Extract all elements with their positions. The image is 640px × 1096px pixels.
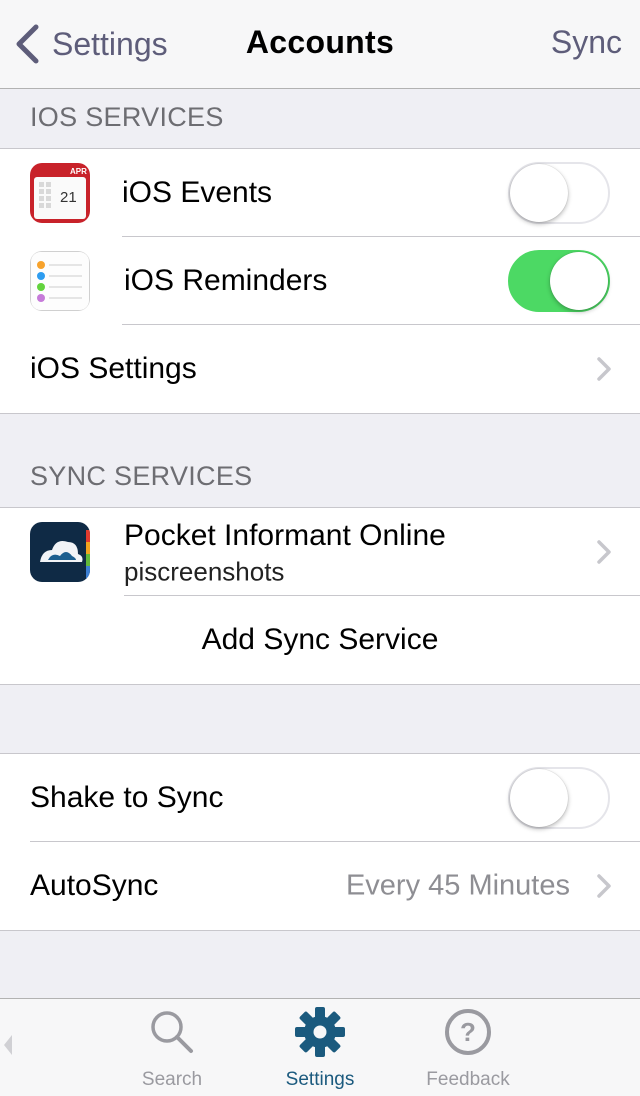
- tab-settings-label: Settings: [285, 1069, 355, 1090]
- toggle-knob: [510, 769, 568, 827]
- shake-to-sync-toggle[interactable]: [508, 767, 610, 829]
- autosync-row[interactable]: AutoSync Every 45 Minutes: [0, 842, 640, 930]
- pocket-informant-icon: [30, 522, 90, 582]
- tab-search[interactable]: Search: [102, 1007, 242, 1091]
- ios-reminders-row: iOS Reminders: [0, 237, 640, 325]
- search-icon: [151, 1011, 193, 1053]
- sync-service-row[interactable]: Pocket Informant Online piscreenshots: [0, 508, 640, 596]
- section-header-ios-services: IOS SERVICES: [30, 102, 224, 132]
- chevron-left-icon[interactable]: [2, 1033, 14, 1057]
- reminders-icon: [30, 251, 90, 311]
- ios-settings-row[interactable]: iOS Settings: [0, 325, 640, 413]
- shake-to-sync-row: Shake to Sync: [0, 754, 640, 842]
- chevron-right-icon: [597, 357, 611, 381]
- section-header-sync-services: SYNC SERVICES: [30, 461, 253, 491]
- add-sync-service-label: Add Sync Service: [201, 623, 439, 656]
- add-sync-service-button[interactable]: Add Sync Service: [0, 596, 640, 684]
- ios-events-row: APR 21 iOS Events: [0, 149, 640, 237]
- toggle-knob: [550, 252, 608, 310]
- sync-service-title: Pocket Informant Online: [124, 519, 446, 552]
- ios-services-group: APR 21 iOS Events iOS Reminders iOS Sett…: [0, 148, 640, 414]
- tab-bar: Search Settings ? Feedback: [0, 998, 640, 1096]
- tab-search-label: Search: [141, 1069, 203, 1090]
- sync-button[interactable]: Sync: [551, 24, 622, 61]
- autosync-label: AutoSync: [30, 869, 159, 902]
- chevron-right-icon: [597, 540, 611, 564]
- calendar-day: 21: [60, 189, 77, 206]
- sync-service-account: piscreenshots: [124, 556, 285, 587]
- toggle-knob: [510, 164, 568, 222]
- navigation-bar: Settings Accounts Sync: [0, 0, 640, 89]
- question-icon: ?: [445, 1009, 491, 1055]
- sync-options-group: Shake to Sync AutoSync Every 45 Minutes: [0, 753, 640, 931]
- ios-reminders-label: iOS Reminders: [124, 264, 328, 297]
- ios-reminders-toggle[interactable]: [508, 250, 610, 312]
- page-title: Accounts: [245, 24, 395, 60]
- ios-events-toggle[interactable]: [508, 162, 610, 224]
- tab-feedback[interactable]: ? Feedback: [398, 1007, 538, 1091]
- gear-icon: [295, 1007, 345, 1057]
- ios-events-label: iOS Events: [122, 176, 273, 209]
- sync-services-group: Pocket Informant Online piscreenshots Ad…: [0, 507, 640, 685]
- tab-feedback-label: Feedback: [426, 1069, 510, 1090]
- tab-settings[interactable]: Settings: [250, 1007, 390, 1091]
- shake-to-sync-label: Shake to Sync: [30, 781, 224, 814]
- chevron-right-icon: [597, 874, 611, 898]
- calendar-icon: APR 21: [30, 163, 90, 223]
- autosync-value: Every 45 Minutes: [345, 869, 570, 902]
- ios-settings-label: iOS Settings: [30, 352, 197, 385]
- calendar-month: APR: [70, 167, 87, 176]
- svg-text:?: ?: [460, 1017, 476, 1047]
